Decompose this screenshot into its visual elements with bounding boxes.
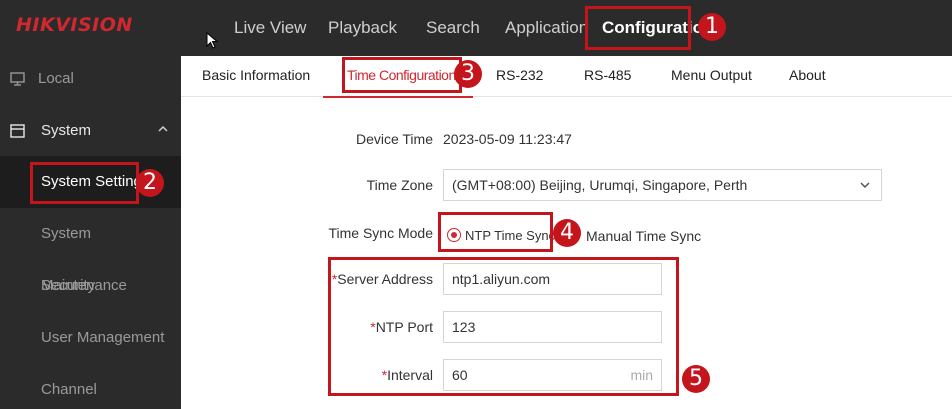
nav-application[interactable]: Application xyxy=(505,18,588,38)
tab-rs485[interactable]: RS-485 xyxy=(584,67,631,83)
subtab-bar: Basic Information Time Configuration RS-… xyxy=(181,56,952,97)
system-icon xyxy=(10,123,25,138)
sidebar-item-local-label: Local xyxy=(38,70,74,87)
callout-number-5: 5 xyxy=(682,365,710,393)
sidebar-item-system-maintenance[interactable]: System Maintenance xyxy=(0,208,181,294)
time-zone-label: Time Zone xyxy=(366,177,433,193)
chevron-down-icon xyxy=(860,182,870,189)
nav-playback[interactable]: Playback xyxy=(328,18,397,38)
sidebar-item-system[interactable]: System xyxy=(10,122,91,139)
callout-box-time-configuration xyxy=(342,57,462,93)
nav-search[interactable]: Search xyxy=(426,18,480,38)
callout-number-2: 2 xyxy=(136,169,164,197)
sidebar-item-security[interactable]: Security xyxy=(0,260,181,312)
device-time-value: 2023-05-09 11:23:47 xyxy=(443,131,572,147)
active-tab-underline xyxy=(323,96,473,98)
device-time-label: Device Time xyxy=(355,131,433,147)
sidebar-item-channel-management[interactable]: Channel Management xyxy=(0,364,181,409)
chevron-up-icon[interactable] xyxy=(157,124,169,134)
brand-logo: HIKVISION xyxy=(16,14,133,36)
callout-number-1: 1 xyxy=(698,13,726,41)
sidebar-item-user-management[interactable]: User Management xyxy=(0,312,181,364)
time-sync-mode-label: Time Sync Mode xyxy=(328,225,433,241)
sidebar: Local System System Settings System Main… xyxy=(0,56,181,409)
callout-box-system-settings xyxy=(30,162,139,204)
monitor-icon xyxy=(10,71,25,86)
callout-box-ntp-sync xyxy=(438,212,553,252)
callout-number-4: 4 xyxy=(553,219,581,247)
manual-sync-label[interactable]: Manual Time Sync xyxy=(586,228,701,244)
time-zone-select[interactable]: (GMT+08:00) Beijing, Urumqi, Singapore, … xyxy=(443,169,882,201)
tab-menu-output[interactable]: Menu Output xyxy=(671,67,752,83)
callout-number-3: 3 xyxy=(454,60,482,88)
callout-box-configuration xyxy=(585,6,691,50)
tab-basic-information[interactable]: Basic Information xyxy=(202,67,310,83)
sidebar-item-system-label: System xyxy=(41,122,92,139)
tab-about[interactable]: About xyxy=(789,67,826,83)
mouse-cursor-icon xyxy=(206,32,219,49)
callout-box-ntp-settings xyxy=(328,257,679,396)
tab-rs232[interactable]: RS-232 xyxy=(496,67,543,83)
top-navigation-bar: HIKVISION Live View Playback Search Appl… xyxy=(0,0,952,56)
nav-live-view[interactable]: Live View xyxy=(234,18,306,38)
time-zone-value: (GMT+08:00) Beijing, Urumqi, Singapore, … xyxy=(452,177,748,193)
sidebar-item-local[interactable]: Local xyxy=(10,70,74,87)
